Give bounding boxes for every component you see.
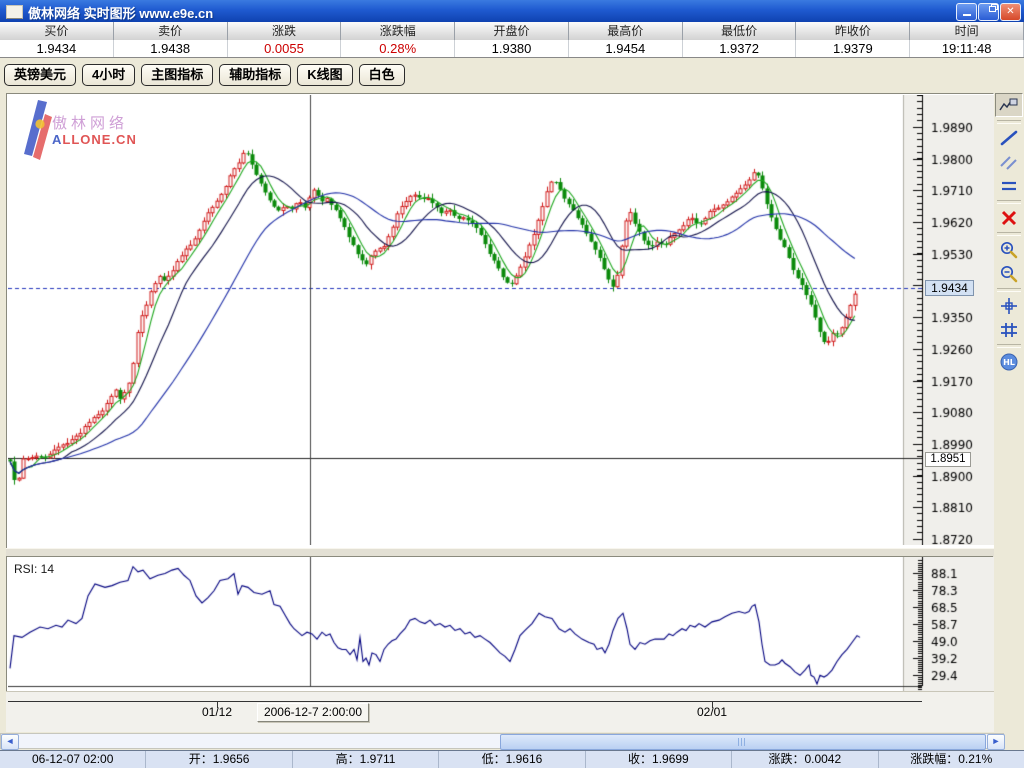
quote-value-open: 1.9380 [455,40,569,57]
parallel-lines-icon[interactable] [996,151,1022,173]
chart-mode-icon[interactable] [995,93,1023,117]
status-bar: 06-12-07 02:00 开：1.9656 高：1.9711 低：1.961… [0,750,1024,768]
status-close: 收：1.9699 [586,751,733,768]
toolbar-separator [997,344,1021,348]
logo-company-text: 傲林网络 [52,115,129,132]
scroll-left-button[interactable]: ◄ [1,734,19,750]
quote-header-change-pct: 涨跌幅 [341,22,456,40]
quote-header-buy: 买价 [0,22,114,40]
main-indicator-button[interactable]: 主图指标 [141,63,214,86]
zoom-in-icon[interactable] [996,239,1022,261]
svg-text:HL: HL [1003,358,1015,367]
time-axis-label: 01/12 [201,705,233,719]
minimize-button[interactable] [956,3,977,21]
title-bar: 傲林网络 实时图形 www.e9e.cn ✕ [0,0,1024,23]
quote-header-open: 开盘价 [455,22,569,40]
current-price-label: 1.9434 [925,280,974,296]
quote-header-high: 最高价 [569,22,683,40]
close-button[interactable]: ✕ [1000,3,1021,21]
candlestick-chart-canvas[interactable] [8,95,994,545]
toolbar-separator [997,200,1021,204]
status-change-pct: 涨跌幅：0.21% [910,752,993,766]
grid-icon[interactable] [996,319,1022,341]
quote-value-change: 0.0055 [228,40,342,57]
quote-value-buy: 1.9434 [0,40,114,57]
symbol-button[interactable]: 英镑美元 [4,63,77,86]
quote-value-row: 1.9434 1.9438 0.0055 0.28% 1.9380 1.9454… [0,40,1024,58]
restore-button[interactable] [978,3,999,21]
quote-header-sell: 卖价 [114,22,228,40]
drawing-tools-sidebar: HL [994,91,1024,731]
status-change: 涨跌：0.0042 [732,751,879,768]
quote-value-high: 1.9454 [569,40,683,57]
status-open: 开：1.9656 [146,751,293,768]
status-high: 高：1.9711 [293,751,440,768]
chart-type-button[interactable]: K线图 [297,63,353,86]
quote-header-prev-close: 昨收价 [796,22,911,40]
quote-header-low: 最低价 [683,22,797,40]
zoom-out-icon[interactable] [996,263,1022,285]
window-icon [6,5,23,19]
double-hline-icon[interactable] [996,175,1022,197]
quote-header-time: 时间 [910,22,1024,40]
time-axis-label: 02/01 [696,705,728,719]
time-axis-area: 01/12 02/01 2006-12-7 2:00:00 [6,691,994,732]
horizontal-line-price-label: 1.8951 [925,452,971,467]
delete-icon[interactable] [996,207,1022,229]
toolbar-separator [997,120,1021,124]
rsi-chart-canvas[interactable] [8,557,994,691]
high-low-icon[interactable]: HL [996,351,1022,373]
chart-toolbar: 英镑美元 4小时 主图指标 辅助指标 K线图 白色 [0,58,1024,91]
timeframe-button[interactable]: 4小时 [82,63,136,86]
window-title: 傲林网络 实时图形 www.e9e.cn [28,6,214,21]
toolbar-separator [997,288,1021,292]
quote-value-change-pct: 0.28% [341,40,456,57]
sub-indicator-button[interactable]: 辅助指标 [219,63,292,86]
time-axis-line [8,701,922,702]
status-candle-datetime: 06-12-07 02:00 [0,751,147,768]
quote-header-change: 涨跌 [228,22,342,40]
trendline-icon[interactable] [996,127,1022,149]
color-scheme-button[interactable]: 白色 [358,63,405,86]
quote-value-sell: 1.9438 [114,40,228,57]
quote-value-low: 1.9372 [683,40,797,57]
status-low: 低：1.9616 [439,751,586,768]
quote-value-prev-close: 1.9379 [796,40,911,57]
scrollbar-thumb[interactable] [500,734,986,750]
logo-domain-text: ALLONE.CN [52,132,137,147]
quote-header-row: 买价 卖价 涨跌 涨跌幅 开盘价 最高价 最低价 昨收价 时间 [0,22,1024,41]
quote-value-time: 19:11:48 [910,40,1024,57]
scrollbar-grip-icon [738,738,747,746]
crosshair-date-label: 2006-12-7 2:00:00 [257,703,369,722]
crosshair-icon[interactable] [996,295,1022,317]
scroll-right-button[interactable]: ► [987,734,1005,750]
rsi-indicator-label: RSI: 14 [14,562,55,576]
toolbar-separator [997,232,1021,236]
